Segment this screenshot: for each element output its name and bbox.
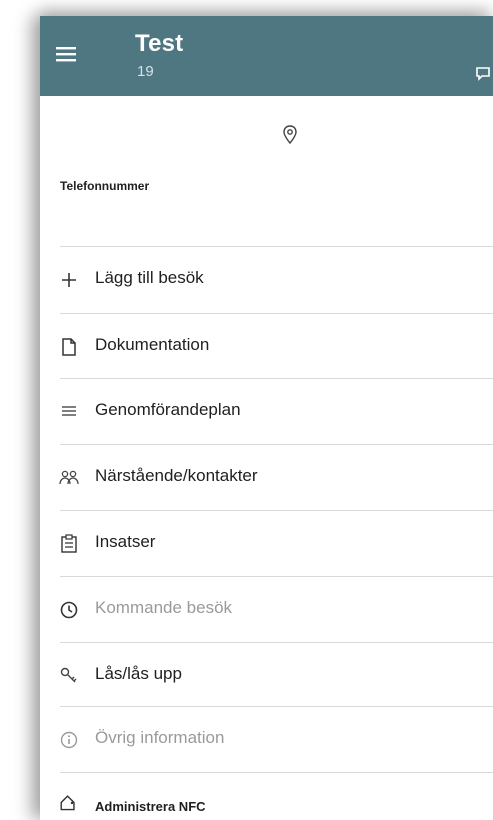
- plus-icon: [58, 269, 80, 291]
- tag-icon: [58, 795, 80, 817]
- menu-item-label: Närstående/kontakter: [95, 466, 258, 485]
- menu-item-administer-nfc[interactable]: Administrera NFC: [40, 773, 493, 820]
- menu-item-label: Genomförandeplan: [95, 400, 241, 419]
- app-screen: Test 19 Telefonnummer Lägg till besök Do…: [40, 16, 493, 820]
- list-icon: [58, 401, 80, 423]
- menu-item-label: Kommande besök: [95, 598, 233, 617]
- menu-item-label: Övrig information: [95, 728, 225, 747]
- page-title: Test: [135, 30, 184, 57]
- menu-item-upcoming-visits[interactable]: Kommande besök: [40, 577, 493, 643]
- clipboard-icon: [58, 533, 80, 555]
- menu-icon[interactable]: [54, 42, 78, 66]
- key-icon: [58, 665, 80, 687]
- chat-icon[interactable]: [475, 66, 493, 82]
- menu-item-label: Lägg till besök: [95, 268, 204, 287]
- menu-item-implementation-plan[interactable]: Genomförandeplan: [40, 379, 493, 445]
- menu-item-relatives-contacts[interactable]: Närstående/kontakter: [40, 445, 493, 511]
- menu-item-lock-unlock[interactable]: Lås/lås upp: [40, 643, 493, 709]
- app-bar: Test 19: [40, 16, 493, 96]
- menu-item-interventions[interactable]: Insatser: [40, 511, 493, 577]
- menu-item-label: Lås/lås upp: [95, 664, 182, 683]
- menu-item-documentation[interactable]: Dokumentation: [40, 314, 493, 380]
- info-icon: [58, 729, 80, 751]
- phone-label: Telefonnummer: [60, 179, 150, 193]
- people-icon: [58, 467, 80, 489]
- menu-item-label: Dokumentation: [95, 335, 210, 354]
- menu-item-add-visit[interactable]: Lägg till besök: [40, 247, 493, 313]
- document-icon: [58, 336, 80, 358]
- location-pin-icon[interactable]: [282, 125, 298, 145]
- menu-item-other-information[interactable]: Övrig information: [40, 707, 493, 773]
- page-subtitle: 19: [137, 63, 154, 80]
- menu-item-label: Insatser: [95, 532, 156, 551]
- clock-icon: [58, 599, 80, 621]
- menu-item-label: Administrera NFC: [95, 799, 206, 814]
